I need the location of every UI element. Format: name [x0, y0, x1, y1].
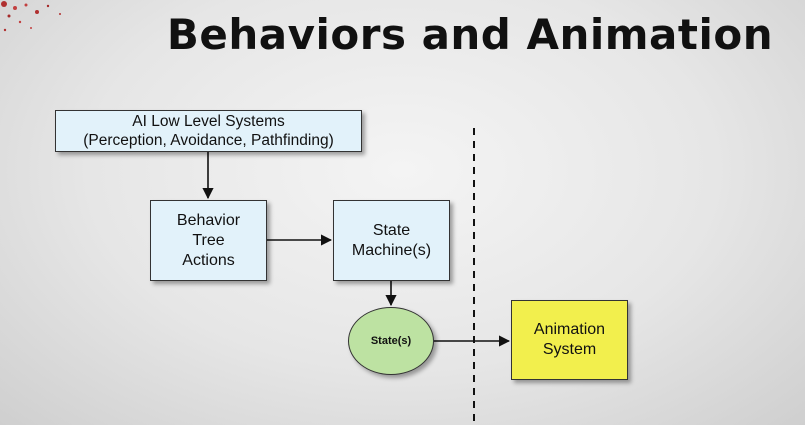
- animation-system-label: Animation System: [533, 321, 606, 358]
- state-machines-label: State Machine(s): [351, 221, 432, 259]
- behavior-tree-actions-box: Behavior Tree Actions: [150, 200, 267, 281]
- animation-system-box: Animation System: [511, 300, 628, 380]
- ai-low-level-systems-label: AI Low Level Systems (Perception, Avoida…: [83, 113, 334, 149]
- ai-low-level-systems-box: AI Low Level Systems (Perception, Avoida…: [55, 110, 362, 152]
- state-machines-box: State Machine(s): [333, 200, 450, 281]
- behavior-tree-actions-label: Behavior Tree Actions: [176, 211, 241, 269]
- states-label: State(s): [370, 335, 412, 347]
- states-ellipse: State(s): [348, 307, 434, 375]
